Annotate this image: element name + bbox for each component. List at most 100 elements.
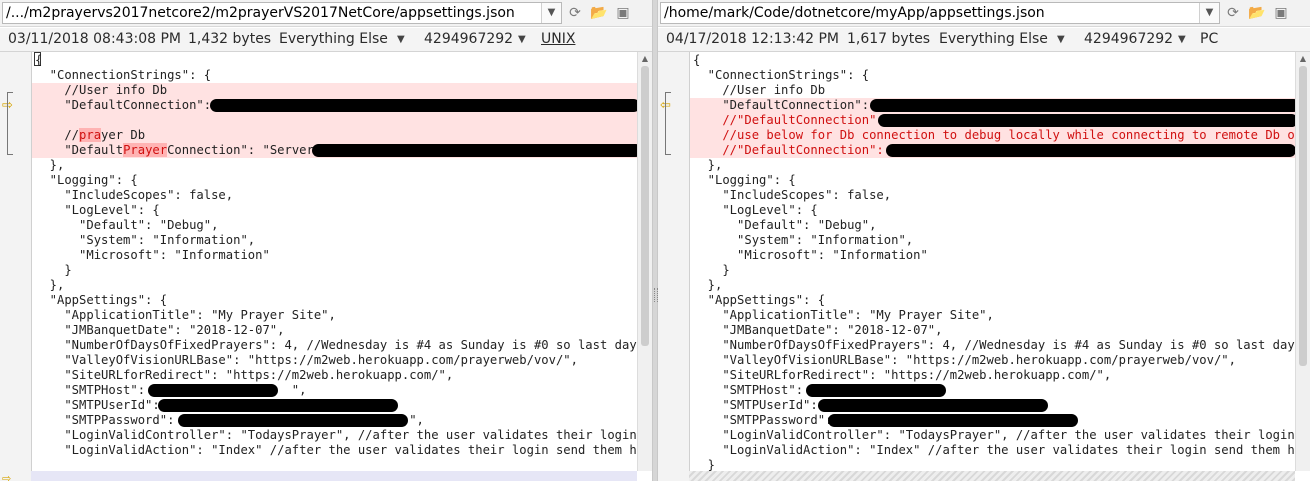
code-line: "System": "Information", [35, 233, 256, 247]
left-scroll-thumb[interactable] [641, 66, 649, 346]
redaction-mark [886, 144, 1296, 157]
diff-bracket [7, 92, 13, 155]
code-line: "IncludeScopes": false, [693, 188, 892, 202]
right-code-editor[interactable]: { "ConnectionStrings": { //User info Db … [689, 52, 1296, 471]
code-line: //User info Db [32, 83, 638, 98]
redaction-mark [210, 99, 638, 112]
reload-icon[interactable]: ⟳ [565, 3, 585, 23]
code-line: { [693, 53, 701, 67]
redaction-mark [818, 399, 1048, 412]
left-path-bar: /.../m2prayervs2017netcore2/m2prayerVS20… [0, 0, 652, 27]
code-line: "Default": "Debug", [693, 218, 877, 232]
left-horizontal-scrollbar[interactable] [31, 471, 637, 481]
chevron-down-icon[interactable]: ▼ [518, 34, 526, 45]
right-path-bar: /home/mark/Code/dotnetcore/myApp/appsett… [658, 0, 1310, 27]
code-line: "LogLevel": { [35, 203, 160, 217]
code-line: "LoginValidAction": "Index" //after the … [35, 443, 638, 457]
chevron-down-icon[interactable]: ▼ [1199, 3, 1219, 23]
code-line: } [693, 458, 716, 471]
redaction-mark [878, 114, 1296, 127]
left-file-pane: /.../m2prayervs2017netcore2/m2prayerVS20… [0, 0, 652, 481]
right-gutter: ⇦ [658, 52, 689, 481]
left-file-date: 03/11/2018 08:43:08 PM [8, 31, 181, 47]
code-line: "SMTPHost": " [693, 383, 818, 397]
left-code-editor[interactable]: { "ConnectionStrings": { //User info Db … [31, 52, 638, 471]
code-line: "NumberOfDaysOfFixedPrayers": 4, //Wedne… [35, 338, 638, 352]
save-icon[interactable]: ▣ [613, 3, 633, 23]
code-line: "ApplicationTitle": "My Prayer Site", [693, 308, 994, 322]
code-line: "SiteURLforRedirect": "https://m2web.her… [35, 368, 454, 382]
left-line-ending[interactable]: UNIX [541, 31, 575, 47]
right-path-input[interactable]: /home/mark/Code/dotnetcore/myApp/appsett… [660, 2, 1220, 24]
redaction-mark [158, 399, 398, 412]
code-line: "AppSettings": { [35, 293, 168, 307]
code-line: }, [35, 158, 65, 172]
code-line: }, [693, 278, 723, 292]
left-info-bar: 03/11/2018 08:43:08 PM 1,432 bytes Every… [0, 28, 652, 52]
right-file-size: 1,617 bytes [847, 31, 931, 47]
left-gutter: ⇨ [0, 52, 31, 481]
redaction-mark [870, 99, 1296, 112]
code-line: "ConnectionStrings": { [693, 68, 870, 82]
code-line: "ValleyOfVisionURLBase": "https://m2web.… [35, 353, 578, 367]
right-empty-area [689, 471, 1295, 481]
left-path-input[interactable]: /.../m2prayervs2017netcore2/m2prayerVS20… [2, 2, 562, 24]
code-line: "SiteURLforRedirect": "https://m2web.her… [693, 368, 1112, 382]
code-line: }, [35, 278, 65, 292]
redaction-mark [178, 414, 408, 427]
right-line-ending[interactable]: PC [1200, 31, 1218, 47]
chevron-up-icon[interactable]: ▲ [1296, 52, 1310, 66]
reload-icon[interactable]: ⟳ [1223, 3, 1243, 23]
arrow-right-icon: ⇨ [2, 472, 12, 481]
code-line: "Default": "Debug", [35, 218, 219, 232]
left-vertical-scrollbar[interactable]: ▲ [637, 52, 652, 471]
right-file-pane: /home/mark/Code/dotnetcore/myApp/appsett… [658, 0, 1310, 481]
code-line: "SMTPHost": " ", [64, 383, 307, 397]
right-scroll-thumb[interactable] [1299, 66, 1307, 366]
code-line: "ApplicationTitle": "My Prayer Site", [35, 308, 336, 322]
right-file-number: 4294967292 [1084, 31, 1174, 47]
code-line: "Microsoft": "Information" [35, 248, 270, 262]
right-info-bar: 04/17/2018 12:13:42 PM 1,617 bytes Every… [658, 28, 1310, 52]
diff-highlight: Prayer [123, 143, 168, 157]
code-line: "LoginValidController": "TodaysPrayer", … [35, 428, 638, 442]
right-vertical-scrollbar[interactable]: ▲ [1295, 52, 1310, 471]
code-line: } [693, 263, 730, 277]
chevron-down-icon[interactable]: ▼ [1057, 34, 1065, 45]
chevron-down-icon[interactable]: ▼ [1178, 34, 1186, 45]
right-filter-select[interactable]: Everything Else [939, 31, 1048, 47]
diff-highlight: pra [79, 128, 102, 142]
code-line: "Logging": { [693, 173, 796, 187]
code-line: } [35, 263, 72, 277]
chevron-down-icon[interactable]: ▼ [397, 34, 405, 45]
diff-bracket [665, 92, 671, 155]
code-line: "NumberOfDaysOfFixedPrayers": 4, //Wedne… [693, 338, 1296, 352]
code-line: "AppSettings": { [693, 293, 826, 307]
chevron-down-icon[interactable]: ▼ [541, 3, 561, 23]
code-line: //use below for Db connection to debug l… [690, 128, 1296, 143]
chevron-up-icon[interactable]: ▲ [638, 52, 652, 66]
folder-open-icon[interactable]: 📂 [1247, 3, 1267, 23]
code-line: "LoginValidAction": "Index" //after the … [693, 443, 1296, 457]
redaction-mark [312, 144, 638, 157]
code-line: "ConnectionStrings": { [35, 68, 212, 82]
code-line: "Microsoft": "Information" [693, 248, 928, 262]
redaction-mark [148, 384, 278, 397]
code-line: }, [693, 158, 723, 172]
code-line: "ValleyOfVisionURLBase": "https://m2web.… [693, 353, 1236, 367]
code-line: "IncludeScopes": false, [35, 188, 234, 202]
code-line: "System": "Information", [693, 233, 914, 247]
right-file-date: 04/17/2018 12:13:42 PM [666, 31, 839, 47]
code-line: { [35, 53, 43, 67]
code-line: "LoginValidController": "TodaysPrayer", … [693, 428, 1296, 442]
code-line: //prayer Db [32, 128, 638, 143]
redaction-mark [828, 414, 1078, 427]
code-line: //User info Db [693, 83, 826, 97]
folder-open-icon[interactable]: 📂 [589, 3, 609, 23]
left-file-number: 4294967292 [424, 31, 514, 47]
save-icon[interactable]: ▣ [1271, 3, 1291, 23]
code-line [32, 113, 638, 128]
code-line: "Logging": { [35, 173, 138, 187]
left-filter-select[interactable]: Everything Else [279, 31, 388, 47]
code-line: "JMBanquetDate": "2018-12-07", [693, 323, 943, 337]
